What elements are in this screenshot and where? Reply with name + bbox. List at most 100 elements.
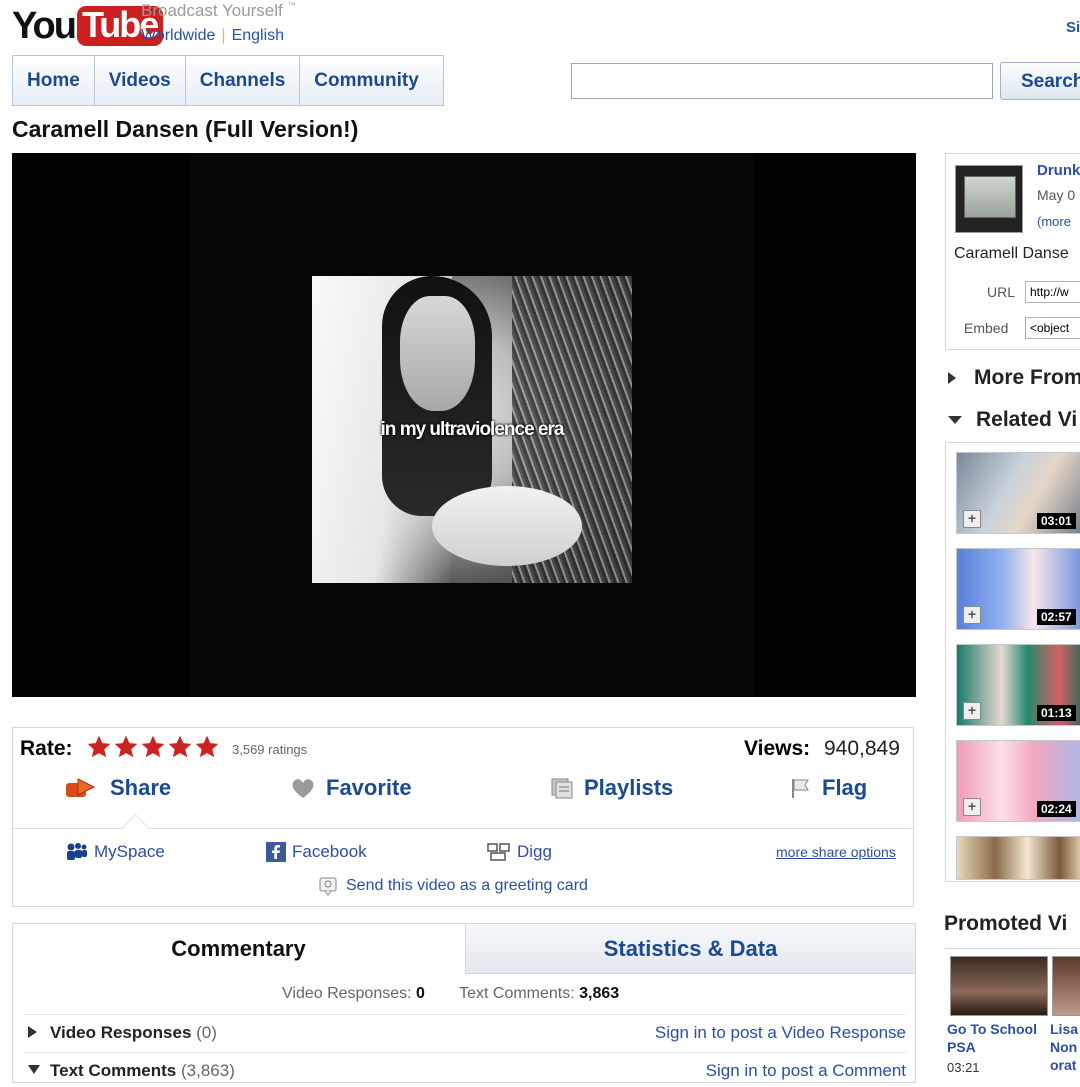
uploader-avatar[interactable]	[955, 165, 1023, 233]
star-icon[interactable]	[113, 734, 139, 760]
sign-in-comment-link[interactable]: Sign in to post a Comment	[706, 1061, 906, 1081]
favorite-button[interactable]: Favorite	[290, 775, 412, 801]
video-caption: in my ultraviolence era	[380, 419, 565, 440]
ratings-count: 3,569 ratings	[232, 742, 308, 757]
related-video-thumbnail[interactable]: + 01:13	[956, 644, 1080, 726]
expand-arrow-icon[interactable]	[28, 1026, 37, 1038]
playlists-button[interactable]: Playlists	[550, 775, 673, 801]
embed-label: Embed	[964, 320, 1009, 336]
nav-tab-videos[interactable]: Videos	[95, 56, 186, 105]
tagline: Broadcast Yourself ™	[141, 1, 296, 21]
video-duration: 02:24	[1037, 801, 1076, 817]
add-to-quicklist-icon[interactable]: +	[963, 606, 981, 624]
trademark: ™	[287, 1, 296, 10]
search-button[interactable]: Search	[1000, 62, 1080, 100]
avatar-image	[964, 176, 1016, 218]
related-video-thumbnail[interactable]: + 02:24	[956, 740, 1080, 822]
logo-you-text: You	[12, 5, 77, 47]
search-input[interactable]	[571, 63, 993, 99]
share-label: Share	[110, 775, 172, 800]
greeting-card-label: Send this video as a greeting card	[346, 877, 588, 894]
tab-commentary[interactable]: Commentary	[13, 924, 464, 974]
uploader-name-link[interactable]: Drunk	[1037, 162, 1080, 179]
star-icon[interactable]	[86, 734, 112, 760]
facebook-label: Facebook	[292, 842, 367, 861]
views-count: 940,849	[824, 737, 900, 760]
promoted-videos-heading: Promoted Vi	[944, 912, 1068, 935]
promoted-video-duration: 03:21	[947, 1060, 980, 1075]
video-title: Caramell Dansen (Full Version!)	[12, 116, 359, 142]
text-comments-label: Text Comments	[50, 1061, 177, 1080]
digg-link[interactable]: Digg	[487, 842, 552, 862]
flag-label: Flag	[822, 775, 868, 800]
arm	[432, 486, 582, 566]
text-comments-stat-value: 3,863	[579, 985, 620, 1002]
video-description: Caramell Danse	[954, 245, 1069, 262]
video-responses-section[interactable]: Video Responses (0) Sign in to post a Vi…	[24, 1014, 906, 1049]
expand-arrow-icon	[948, 372, 956, 385]
promoted-video-thumbnail[interactable]	[1052, 956, 1080, 1016]
related-video-thumbnail[interactable]: + 03:01	[956, 452, 1080, 534]
promoted-title-line: orat	[1050, 1057, 1077, 1073]
facebook-link[interactable]: Facebook	[266, 842, 367, 862]
letterbox-right	[754, 153, 916, 697]
digg-icon	[487, 843, 510, 861]
add-to-quicklist-icon[interactable]: +	[963, 702, 981, 720]
tagline-text: Broadcast Yourself	[141, 1, 283, 20]
url-field[interactable]: http://w	[1025, 281, 1080, 303]
text-comments-section[interactable]: Text Comments (3,863) Sign in to post a …	[24, 1052, 906, 1087]
sign-in-video-response-link[interactable]: Sign in to post a Video Response	[655, 1023, 906, 1043]
more-share-options-link[interactable]: more share options	[776, 844, 896, 860]
favorite-label: Favorite	[326, 775, 412, 800]
letterbox-left	[12, 153, 190, 697]
collapse-arrow-icon	[948, 416, 962, 425]
promoted-video-title-link[interactable]: Lisa Non orat	[1050, 1020, 1080, 1074]
views-label: Views:	[744, 737, 811, 760]
tab-statistics-data[interactable]: Statistics & Data	[465, 924, 915, 974]
text-comments-count: (3,863)	[181, 1061, 235, 1080]
more-info-link[interactable]: (more	[1037, 214, 1071, 229]
main-nav: Home Videos Channels Community	[12, 55, 444, 106]
nav-tab-community[interactable]: Community	[300, 56, 433, 105]
video-duration: 03:01	[1037, 513, 1076, 529]
greeting-card-link[interactable]: Send this video as a greeting card	[318, 876, 588, 896]
add-to-quicklist-icon[interactable]: +	[963, 798, 981, 816]
myspace-link[interactable]: MySpace	[66, 842, 165, 862]
separator: |	[221, 27, 226, 44]
video-duration: 01:13	[1037, 705, 1076, 721]
related-video-thumbnail[interactable]	[956, 836, 1080, 880]
star-icon[interactable]	[140, 734, 166, 760]
rate-label: Rate:	[20, 737, 73, 760]
playlists-label: Playlists	[584, 775, 674, 800]
promoted-title-line: Go To School	[947, 1021, 1037, 1037]
related-video-thumbnail[interactable]: + 02:57	[956, 548, 1080, 630]
locale-links: Worldwide | English	[141, 27, 284, 45]
share-icon	[66, 778, 96, 797]
promoted-video-thumbnail[interactable]	[950, 956, 1048, 1016]
sign-in-link[interactable]: Si	[1066, 19, 1080, 36]
promoted-title-line: Non	[1050, 1039, 1078, 1055]
star-icon[interactable]	[167, 734, 193, 760]
more-from-section-toggle[interactable]: More From	[948, 366, 1080, 390]
video-duration: 02:57	[1037, 609, 1076, 625]
language-link[interactable]: English	[232, 27, 284, 44]
rating-stars[interactable]	[86, 734, 221, 760]
section-label: Video Responses (0)	[50, 1023, 217, 1043]
upload-date: May 0	[1037, 187, 1076, 203]
add-to-quicklist-icon[interactable]: +	[963, 510, 981, 528]
text-comments-stat-label: Text Comments:	[459, 985, 575, 1002]
star-icon[interactable]	[194, 734, 220, 760]
share-button[interactable]: Share	[64, 775, 171, 801]
promoted-title-line: Lisa	[1050, 1021, 1079, 1037]
embed-field[interactable]: <object	[1025, 317, 1080, 339]
video-player[interactable]: in my ultraviolence era	[12, 153, 916, 697]
nav-tab-channels[interactable]: Channels	[186, 56, 301, 105]
promoted-title-line: PSA	[947, 1039, 976, 1055]
collapse-arrow-icon[interactable]	[28, 1065, 40, 1074]
flag-button[interactable]: Flag	[790, 775, 867, 801]
promoted-video-title-link[interactable]: Go To School PSA	[947, 1020, 1047, 1056]
region-link[interactable]: Worldwide	[141, 27, 215, 44]
related-videos-section-toggle[interactable]: Related Vi	[948, 408, 1077, 432]
nav-tab-home[interactable]: Home	[13, 56, 95, 105]
related-videos-label: Related Vi	[976, 408, 1078, 431]
